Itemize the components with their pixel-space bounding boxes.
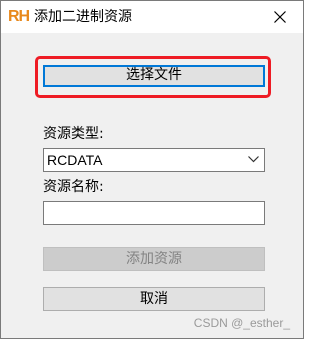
resource-type-label: 资源类型:	[43, 126, 104, 142]
choose-file-button[interactable]: 选择文件	[43, 65, 265, 87]
window-title: 添加二进制资源	[34, 9, 132, 25]
add-resource-button[interactable]: 添加资源	[43, 247, 265, 271]
title-bar[interactable]: RH 添加二进制资源	[1, 1, 303, 33]
resource-type-value: RCDATA	[47, 152, 103, 168]
close-button[interactable]	[257, 1, 303, 33]
resource-name-input[interactable]	[43, 201, 265, 225]
cancel-button[interactable]: 取消	[43, 287, 265, 311]
app-logo: RH	[8, 8, 30, 25]
dialog-window: RH 添加二进制资源 选择文件 资源类型: RCDATA 资源名称: 添加资源 …	[0, 0, 304, 339]
resource-name-label: 资源名称:	[43, 179, 104, 195]
watermark-text: CSDN @_esther_	[193, 316, 290, 330]
chevron-down-icon	[248, 156, 259, 163]
resource-type-select[interactable]: RCDATA	[43, 148, 265, 172]
close-icon	[274, 11, 286, 23]
